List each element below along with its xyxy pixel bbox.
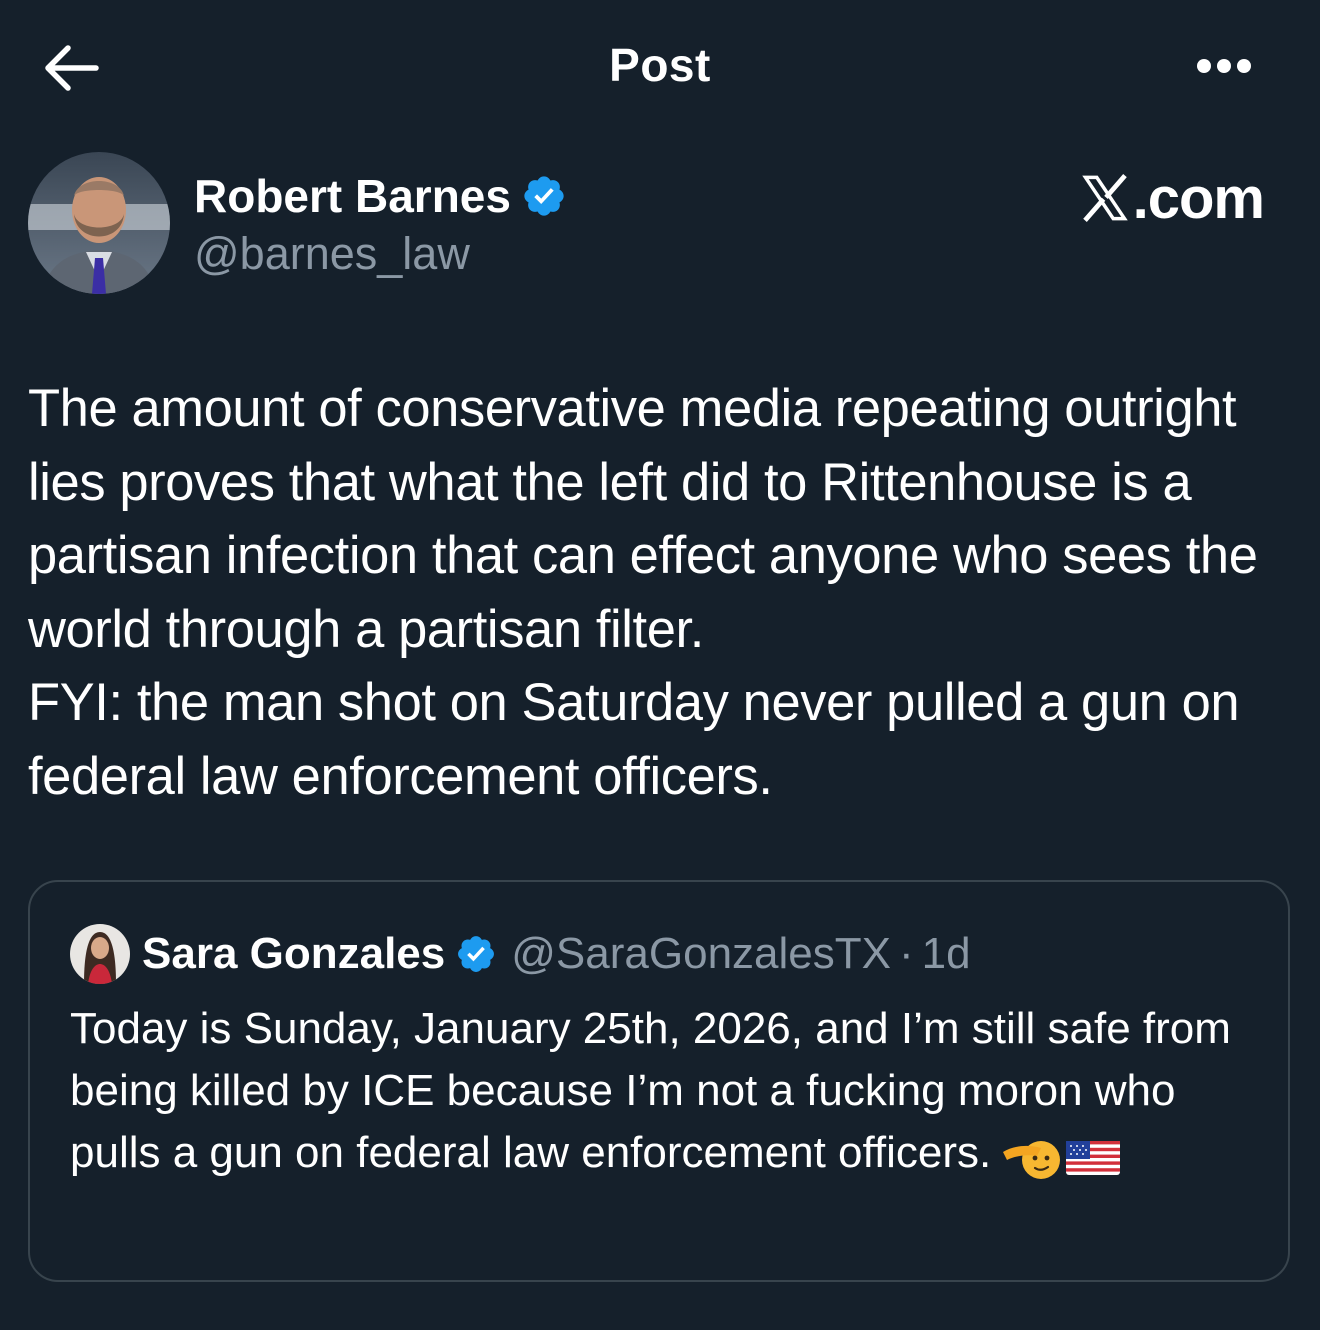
quoted-author-handle[interactable]: @SaraGonzalesTX [511, 929, 891, 979]
separator-dot: · [898, 929, 914, 978]
verified-badge-icon [524, 176, 564, 216]
more-horizontal-icon [1197, 59, 1251, 73]
saluting-face-emoji-icon [1003, 1140, 1061, 1179]
brand-text: .com [1132, 165, 1265, 231]
quoted-author-avatar[interactable] [70, 924, 130, 984]
quoted-post-text: Today is Sunday, January 25th, 2026, and… [70, 998, 1270, 1186]
top-bar: Post [0, 0, 1320, 130]
verified-badge-icon [458, 936, 495, 972]
quoted-author-name[interactable]: Sara Gonzales [142, 929, 445, 979]
author-name-row: Robert Barnes [194, 166, 567, 226]
author-name[interactable]: Robert Barnes [194, 169, 511, 223]
emoji-group [1001, 1124, 1121, 1186]
brand-watermark: .com [1079, 165, 1265, 231]
x-logo-icon [1081, 174, 1128, 222]
author-handle[interactable]: @barnes_law [194, 228, 470, 280]
quoted-post-header: Sara Gonzales @SaraGonzalesTX · 1d [142, 924, 971, 984]
us-flag-emoji-icon [1066, 1140, 1121, 1175]
more-options-button[interactable] [1186, 44, 1262, 88]
post-text: The amount of conservative media repeati… [28, 379, 1258, 806]
quoted-post-timestamp[interactable]: 1d [922, 929, 971, 979]
page-title: Post [609, 39, 711, 91]
author-avatar[interactable] [28, 152, 170, 294]
quoted-post-card[interactable]: Sara Gonzales @SaraGonzalesTX · 1d Today… [28, 880, 1290, 1282]
